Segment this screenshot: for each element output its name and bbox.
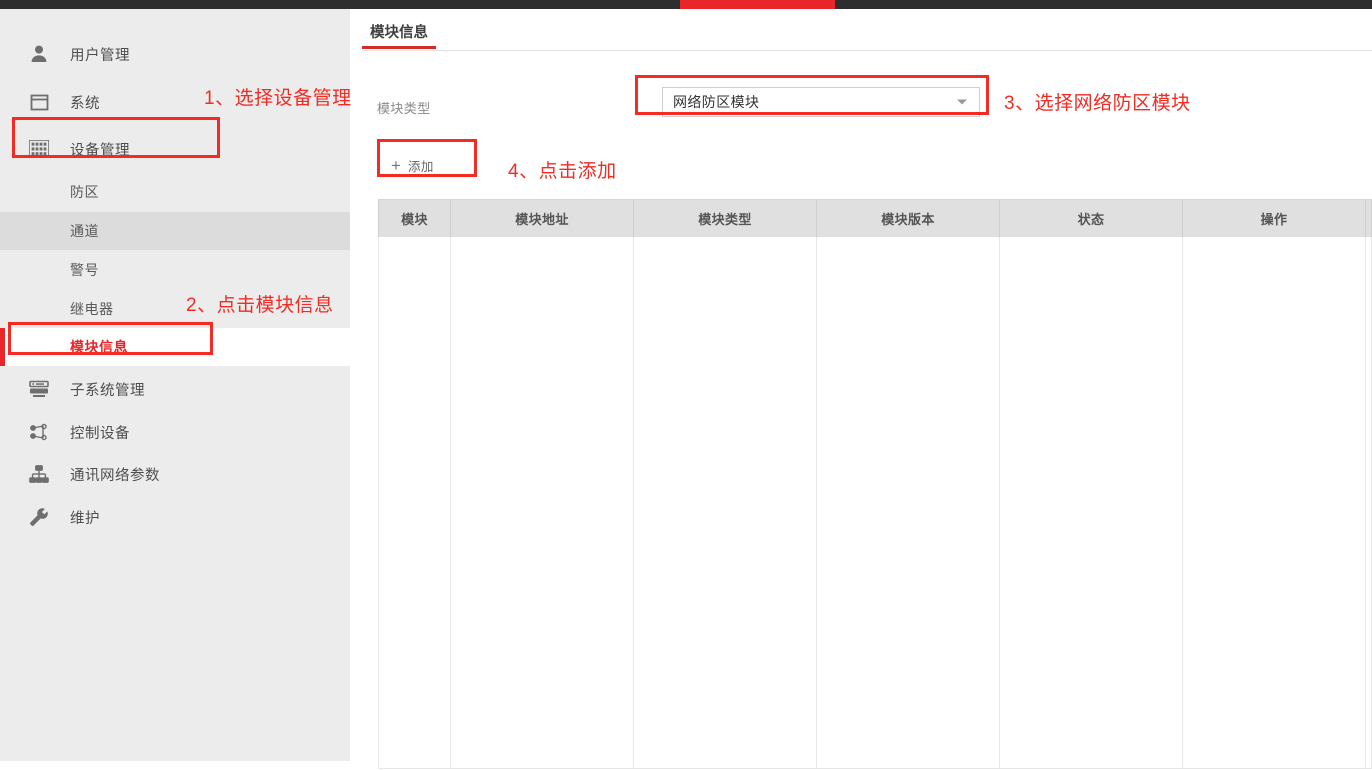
annotation-label-3: 3、选择网络防区模块 [1004,93,1191,114]
grid-icon [28,138,50,160]
sidebar-item-subsystem-management[interactable]: 子系统管理 [0,369,350,409]
table-column-header[interactable]: 模块版本 [817,200,1000,237]
table-column-header[interactable]: 操作 [1183,200,1366,237]
server-icon [28,378,50,400]
sidebar-subitem-label: 通道 [70,223,99,239]
main-content: 模块信息 模块类型 网络防区模块 + 添加 模块 模块地址 模块类型 模块版本 … [350,9,1372,769]
table-empty-cell [1000,237,1183,768]
sidebar-item-network-params[interactable]: 通讯网络参数 [0,454,350,494]
sidebar: 用户管理 系统 设备管理 防区 通道 警号 继电器 模块信息 子系统管理 控制设… [0,9,350,761]
chevron-down-icon[interactable] [957,99,967,105]
sidebar-item-maintenance[interactable]: 维护 [0,497,350,537]
sidebar-item-label: 用户管理 [70,47,130,64]
sidebar-item-device-management[interactable]: 设备管理 [0,129,350,169]
table-column-header[interactable]: 模块 [379,200,451,237]
sidebar-subitem-label: 模块信息 [70,339,128,355]
sidebar-item-user-management[interactable]: 用户管理 [0,34,350,74]
sidebar-subitem-label: 防区 [70,184,99,200]
sidebar-item-label: 设备管理 [70,142,130,159]
table-column-header[interactable]: 状态 [1000,200,1183,237]
network-icon [28,463,50,485]
add-button[interactable]: + 添加 [381,149,471,182]
sidebar-subitem-label: 警号 [70,262,99,278]
sidebar-item-label: 控制设备 [70,425,130,442]
table-column-header-spacer [1366,200,1372,237]
sidebar-subitem-module-info[interactable]: 模块信息 [0,328,350,366]
window-icon [28,91,50,113]
module-table-body [378,237,1372,769]
sidebar-item-label: 系统 [70,95,100,112]
table-empty-cell [1183,237,1366,768]
module-type-select-value: 网络防区模块 [673,94,760,110]
table-empty-cell [379,237,451,768]
top-bar-accent [680,0,835,9]
module-type-label: 模块类型 [377,101,431,116]
nodes-icon [28,421,50,443]
table-column-header[interactable]: 模块类型 [634,200,817,237]
tab-label: 模块信息 [370,24,428,41]
user-icon [28,43,50,65]
table-column-header[interactable]: 模块地址 [451,200,634,237]
sidebar-subitem-label: 继电器 [70,301,114,317]
sidebar-subitem-zone[interactable]: 防区 [0,173,350,211]
sidebar-item-label: 维护 [70,510,100,527]
sidebar-subitem-siren[interactable]: 警号 [0,251,350,289]
module-table-header: 模块 模块地址 模块类型 模块版本 状态 操作 [378,199,1372,237]
table-empty-cell [817,237,1000,768]
annotation-label-1: 1、选择设备管理 [204,88,352,109]
tab-strip [362,16,1372,51]
sidebar-item-control-device[interactable]: 控制设备 [0,412,350,452]
tab-module-info[interactable]: 模块信息 [362,16,436,49]
sidebar-subitem-channel[interactable]: 通道 [0,212,350,250]
wrench-icon [28,506,50,528]
table-empty-cell [634,237,817,768]
module-type-select[interactable]: 网络防区模块 [662,87,980,117]
sidebar-item-label: 子系统管理 [70,382,145,399]
annotation-label-2: 2、点击模块信息 [186,295,334,316]
module-table: 模块 模块地址 模块类型 模块版本 状态 操作 [378,199,1372,770]
annotation-label-4: 4、点击添加 [508,161,617,182]
table-empty-cell [451,237,634,768]
app-top-bar [0,0,1372,9]
table-empty-cell-spacer [1366,237,1372,768]
sidebar-item-label: 通讯网络参数 [70,467,160,484]
module-type-select-wrap: 网络防区模块 [662,87,980,117]
plus-icon: + [391,156,401,175]
add-button-label: 添加 [407,160,434,174]
